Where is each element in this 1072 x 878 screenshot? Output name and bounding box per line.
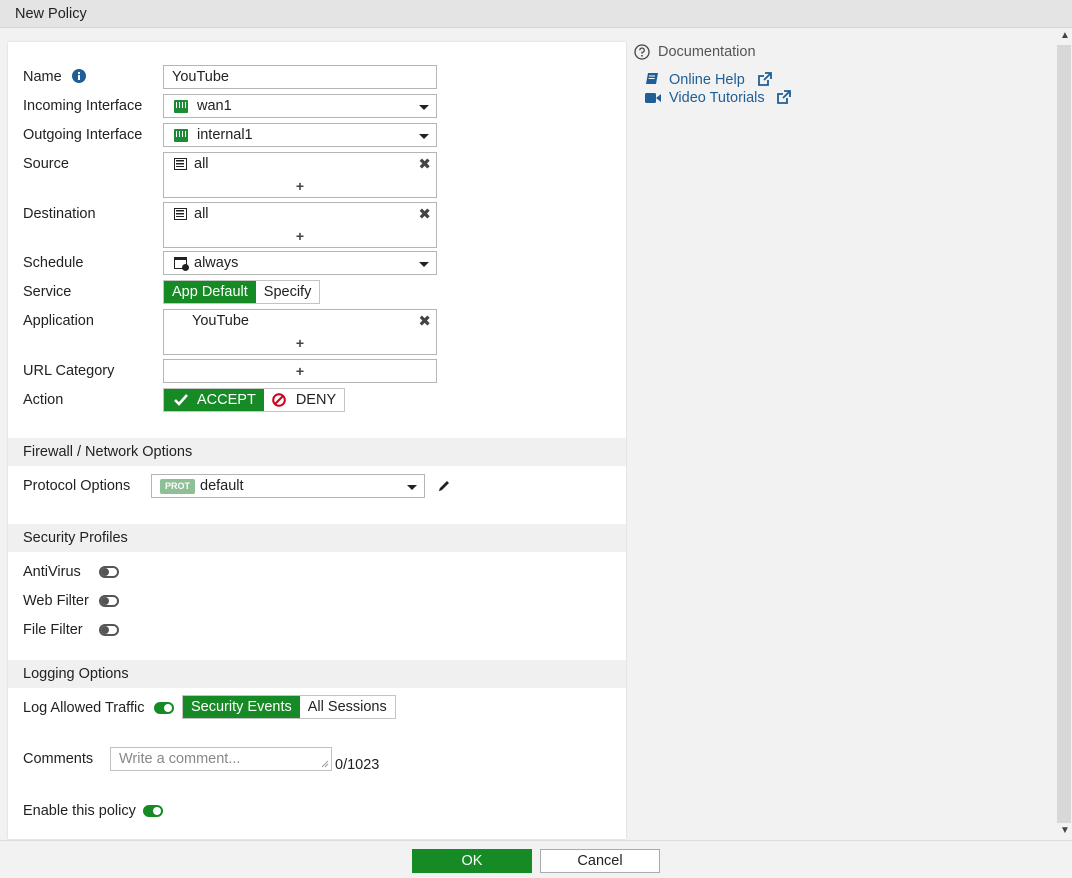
- service-toggle-group: App Default Specify: [163, 280, 321, 304]
- service-specify-button[interactable]: Specify: [256, 281, 320, 303]
- video-tutorials-link[interactable]: Video Tutorials: [669, 90, 765, 106]
- service-app-default-button[interactable]: App Default: [164, 281, 256, 303]
- action-label: Action: [23, 392, 64, 408]
- log-allowed-traffic-toggle[interactable]: [154, 702, 174, 714]
- action-deny-button[interactable]: DENY: [264, 389, 344, 411]
- window-title: New Policy: [15, 6, 87, 22]
- interface-icon: [174, 129, 188, 142]
- incoming-interface-label: Incoming Interface: [23, 98, 143, 114]
- chevron-down-icon: [407, 485, 417, 490]
- source-label: Source: [23, 156, 69, 172]
- web-filter-label: Web Filter: [23, 593, 89, 609]
- incoming-interface-select[interactable]: wan1: [163, 94, 437, 118]
- security-section-header: Security Profiles: [8, 524, 626, 552]
- remove-icon[interactable]: ✖: [418, 312, 431, 330]
- source-field[interactable]: all ✖ +: [163, 152, 437, 198]
- protocol-options-value: default: [200, 478, 244, 494]
- destination-value: all: [194, 206, 209, 222]
- add-destination-button[interactable]: +: [164, 228, 436, 244]
- file-filter-toggle[interactable]: [99, 624, 119, 636]
- destination-label: Destination: [23, 206, 96, 222]
- remove-icon[interactable]: ✖: [418, 205, 431, 223]
- firewall-section-title: Firewall / Network Options: [23, 444, 193, 460]
- outgoing-interface-label: Outgoing Interface: [23, 127, 143, 143]
- log-all-sessions-button[interactable]: All Sessions: [300, 696, 395, 718]
- firewall-section-header: Firewall / Network Options: [8, 438, 626, 466]
- logging-section-title: Logging Options: [23, 666, 129, 682]
- external-link-icon[interactable]: [776, 90, 791, 105]
- schedule-label: Schedule: [23, 255, 84, 271]
- deny-icon: [272, 393, 286, 407]
- destination-field[interactable]: all ✖ +: [163, 202, 437, 248]
- application-field[interactable]: YouTube ✖ +: [163, 309, 437, 355]
- url-category-field[interactable]: +: [163, 359, 437, 383]
- add-source-button[interactable]: +: [164, 178, 436, 194]
- incoming-interface-value: wan1: [197, 98, 232, 114]
- protocol-badge: PROT: [160, 479, 195, 494]
- action-accept-label: ACCEPT: [197, 392, 256, 408]
- security-section-title: Security Profiles: [23, 530, 128, 546]
- check-icon: [174, 394, 188, 406]
- file-filter-label: File Filter: [23, 622, 83, 638]
- cancel-button[interactable]: Cancel: [540, 849, 660, 873]
- online-help-link[interactable]: Online Help: [669, 72, 745, 88]
- video-icon: [645, 93, 661, 103]
- antivirus-label: AntiVirus: [23, 564, 81, 580]
- chevron-down-icon: [419, 134, 429, 139]
- address-icon: [174, 208, 187, 220]
- scroll-up-icon[interactable]: ▲: [1060, 30, 1070, 41]
- outgoing-interface-value: internal1: [197, 127, 253, 143]
- action-accept-button[interactable]: ACCEPT: [164, 389, 264, 411]
- scroll-down-icon[interactable]: ▼: [1060, 825, 1070, 836]
- name-label: Name: [23, 69, 62, 85]
- application-value: YouTube: [192, 313, 249, 329]
- edit-icon[interactable]: [437, 479, 451, 493]
- help-circle-icon: [634, 44, 650, 60]
- resize-handle-icon[interactable]: [321, 760, 329, 768]
- interface-icon: [174, 100, 188, 113]
- address-icon: [174, 158, 187, 170]
- name-input[interactable]: YouTube: [163, 65, 437, 89]
- chevron-down-icon: [419, 262, 429, 267]
- schedule-icon: [174, 257, 189, 271]
- schedule-value: always: [194, 255, 239, 271]
- service-label: Service: [23, 284, 72, 300]
- external-link-icon[interactable]: [757, 72, 772, 87]
- documentation-title: Documentation: [658, 44, 756, 60]
- add-url-category-button[interactable]: +: [164, 363, 436, 379]
- chevron-down-icon: [419, 105, 429, 110]
- remove-icon[interactable]: ✖: [418, 155, 431, 173]
- protocol-options-select[interactable]: PROT default: [151, 474, 425, 498]
- scrollbar-thumb[interactable]: [1057, 45, 1071, 823]
- window-titlebar: New Policy: [0, 0, 1072, 28]
- comments-label: Comments: [23, 751, 94, 767]
- policy-form-panel: Name YouTube Incoming Interface wan1 Out…: [8, 42, 626, 839]
- outgoing-interface-select[interactable]: internal1: [163, 123, 437, 147]
- name-input-value: YouTube: [172, 69, 229, 85]
- comments-placeholder: Write a comment...: [119, 751, 241, 767]
- log-allowed-traffic-label: Log Allowed Traffic: [23, 700, 145, 716]
- comments-counter: 0/1023: [335, 757, 380, 773]
- vertical-scrollbar[interactable]: ▲ ▼: [1056, 28, 1072, 840]
- log-security-events-button[interactable]: Security Events: [183, 696, 300, 718]
- enable-policy-toggle[interactable]: [143, 805, 163, 817]
- add-application-button[interactable]: +: [164, 335, 436, 351]
- action-toggle-group: ACCEPT DENY: [163, 388, 346, 412]
- logging-section-header: Logging Options: [8, 660, 626, 688]
- comments-input[interactable]: Write a comment...: [110, 747, 332, 771]
- source-value: all: [194, 156, 209, 172]
- log-mode-toggle-group: Security Events All Sessions: [182, 695, 396, 719]
- enable-policy-label: Enable this policy: [23, 803, 136, 819]
- schedule-select[interactable]: always: [163, 251, 437, 275]
- book-icon: [646, 73, 658, 84]
- antivirus-toggle[interactable]: [99, 566, 119, 578]
- info-icon[interactable]: [72, 69, 86, 83]
- protocol-options-label: Protocol Options: [23, 478, 131, 494]
- dialog-footer: OK Cancel: [0, 840, 1072, 878]
- url-category-label: URL Category: [23, 363, 115, 379]
- action-deny-label: DENY: [295, 392, 337, 408]
- ok-button[interactable]: OK: [412, 849, 532, 873]
- application-label: Application: [23, 313, 94, 329]
- web-filter-toggle[interactable]: [99, 595, 119, 607]
